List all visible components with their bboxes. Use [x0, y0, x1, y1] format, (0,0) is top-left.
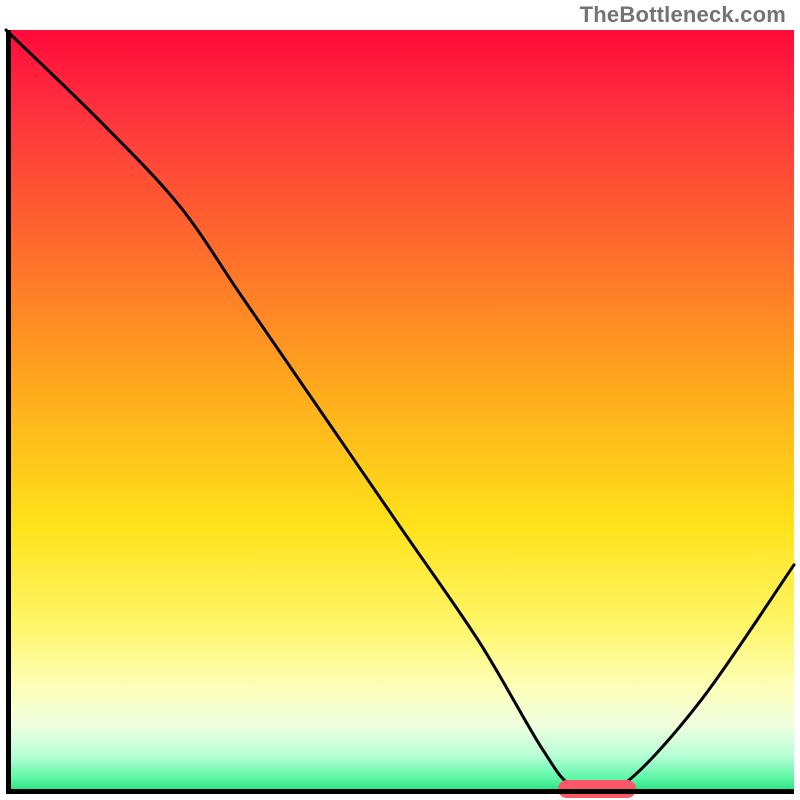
optimal-range-marker [558, 780, 637, 798]
chart-area [6, 30, 794, 794]
bottleneck-curve [6, 30, 794, 794]
chart-container: TheBottleneck.com [0, 0, 800, 800]
watermark-text: TheBottleneck.com [580, 2, 786, 28]
